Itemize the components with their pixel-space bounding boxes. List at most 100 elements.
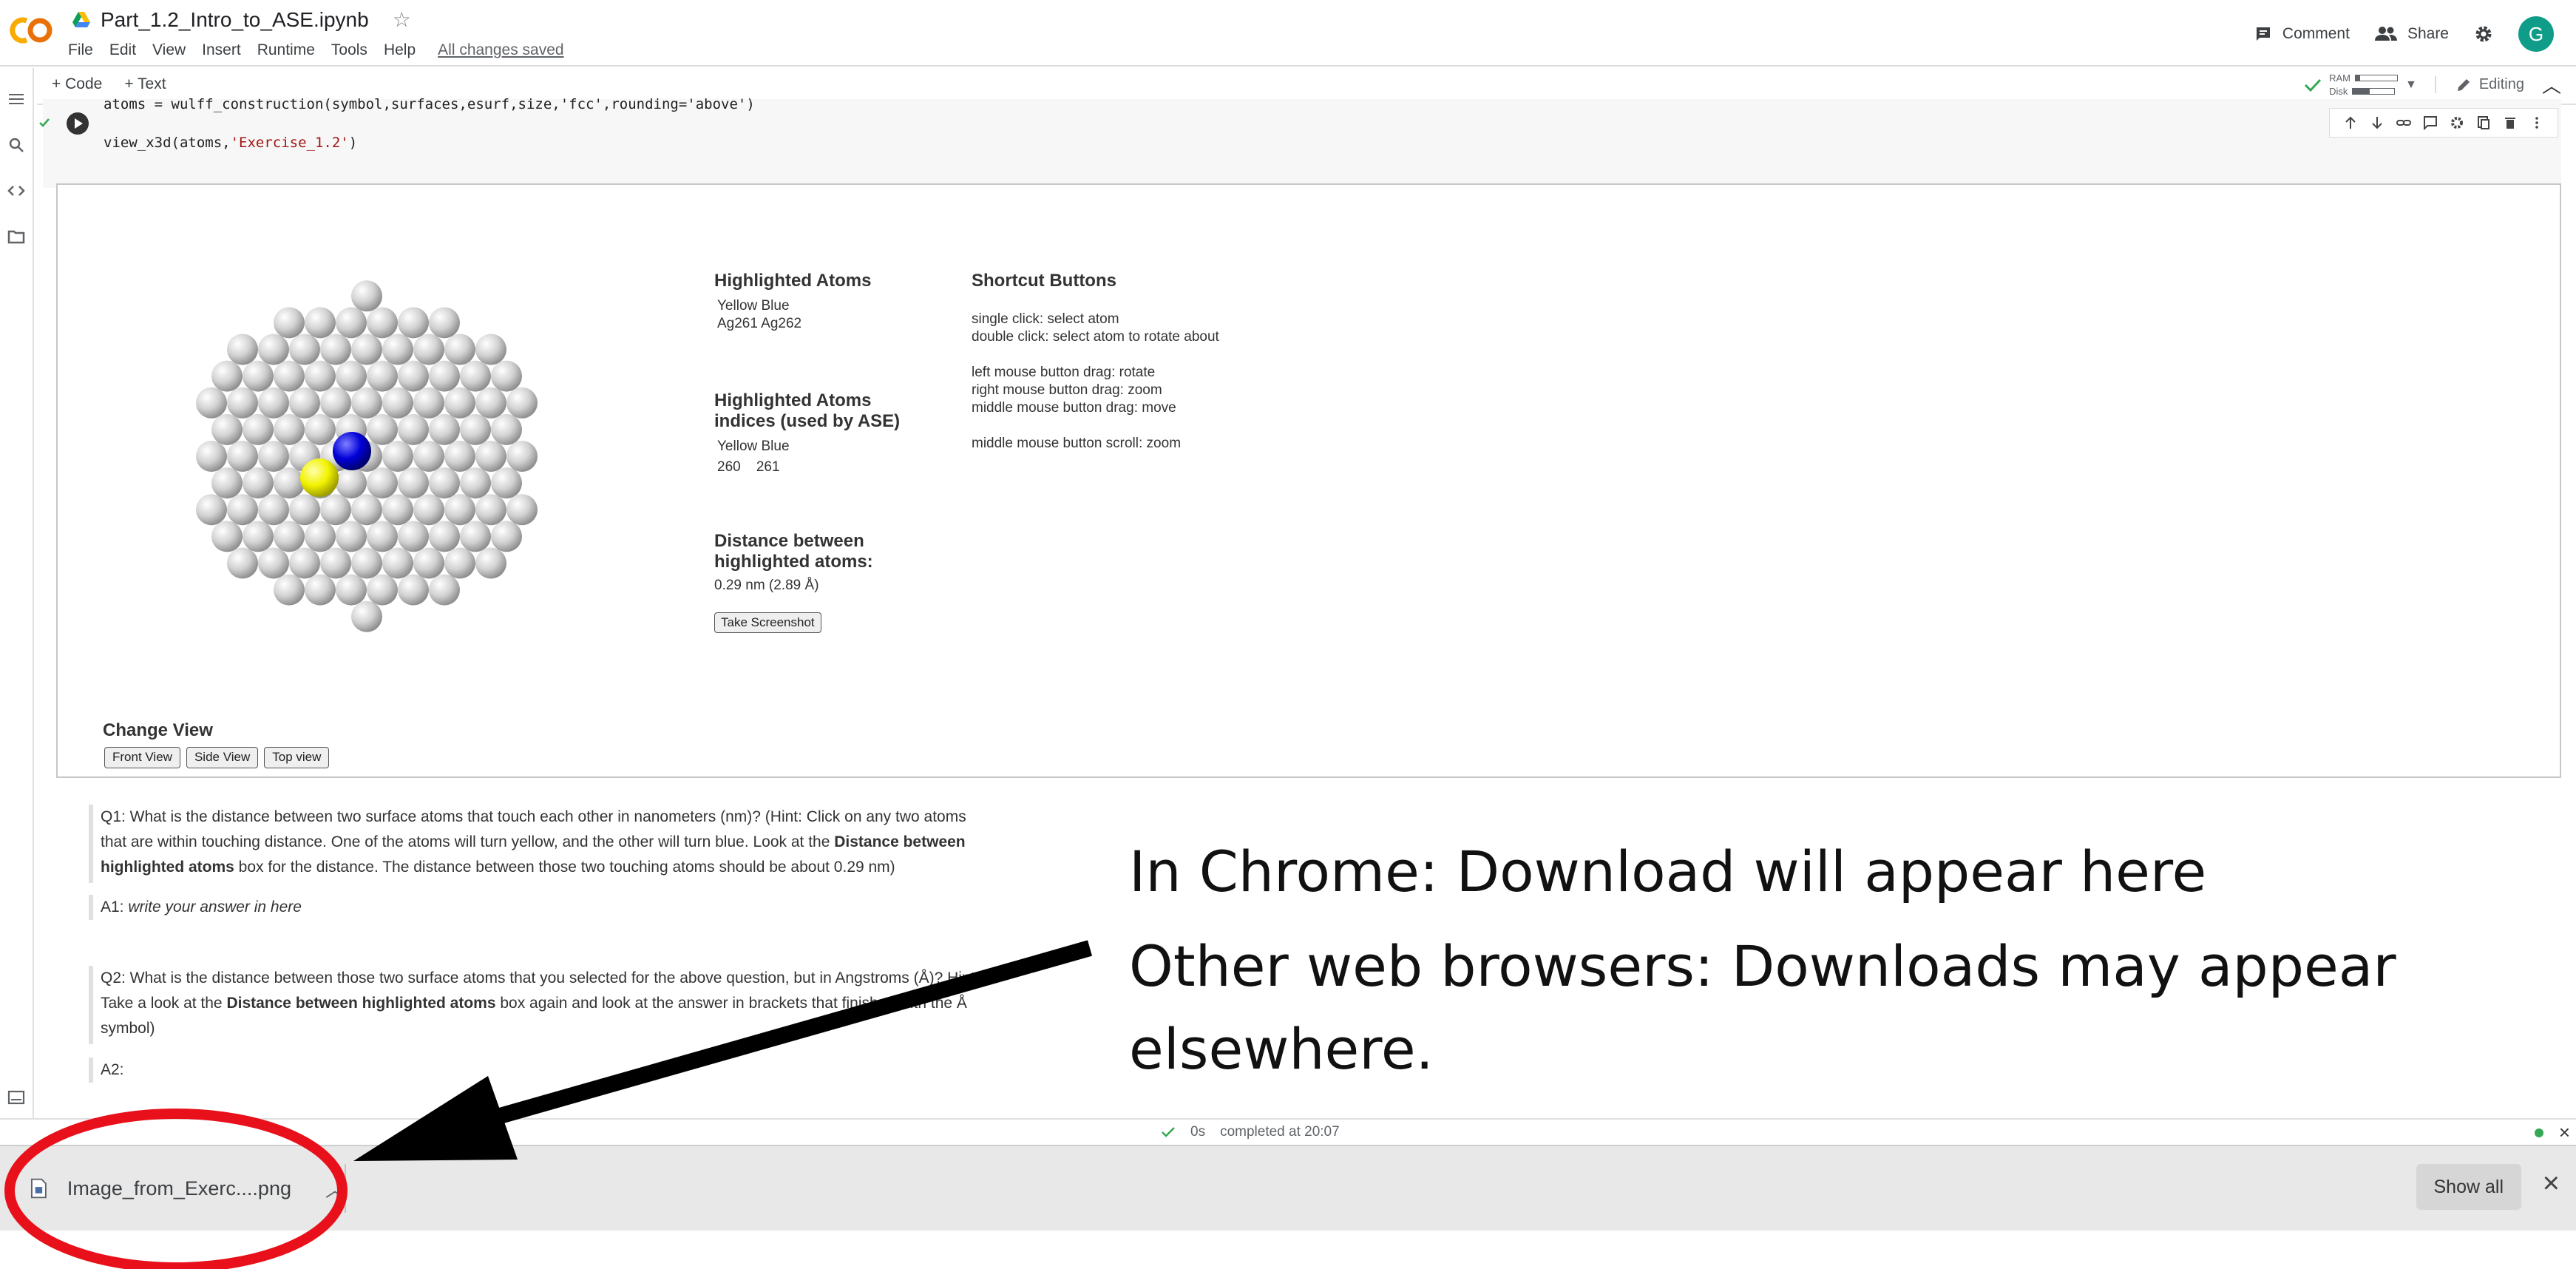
silver-atom[interactable] [491, 413, 522, 445]
move-up-icon[interactable] [2343, 115, 2358, 130]
silver-atom[interactable] [320, 334, 351, 365]
silver-atom[interactable] [289, 387, 320, 419]
silver-atom[interactable] [367, 521, 398, 552]
silver-atom[interactable] [429, 467, 460, 499]
silver-atom[interactable] [336, 467, 367, 499]
silver-atom[interactable] [320, 547, 351, 579]
star-icon[interactable]: ☆ [393, 7, 411, 32]
silver-atom[interactable] [274, 521, 305, 552]
silver-atom[interactable] [382, 441, 413, 472]
side-view-button[interactable]: Side View [186, 747, 259, 768]
silver-atom[interactable] [398, 467, 429, 499]
silver-atom[interactable] [274, 467, 305, 499]
silver-atom[interactable] [444, 547, 475, 579]
silver-atom[interactable] [367, 413, 398, 445]
silver-atom[interactable] [196, 441, 227, 472]
search-icon[interactable] [7, 136, 25, 154]
silver-atom[interactable] [258, 494, 289, 526]
move-down-icon[interactable] [2370, 115, 2385, 130]
silver-atom[interactable] [491, 360, 522, 392]
silver-atom[interactable] [336, 307, 367, 339]
silver-atom[interactable] [196, 387, 227, 419]
silver-atom[interactable] [398, 307, 429, 339]
menu-file[interactable]: File [68, 41, 93, 59]
silver-atom[interactable] [211, 467, 243, 499]
silver-atom[interactable] [351, 547, 382, 579]
menu-edit[interactable]: Edit [109, 41, 136, 59]
silver-atom[interactable] [475, 547, 506, 579]
silver-atom[interactable] [258, 334, 289, 365]
silver-atom[interactable] [320, 494, 351, 526]
silver-atom[interactable] [305, 307, 336, 339]
silver-atom[interactable] [475, 387, 506, 419]
silver-atom[interactable] [367, 360, 398, 392]
silver-atom[interactable] [351, 334, 382, 365]
resources-button[interactable]: RAM Disk ▼ [2304, 72, 2417, 98]
silver-atom[interactable] [398, 360, 429, 392]
silver-atom[interactable] [211, 413, 243, 445]
silver-atom[interactable] [305, 413, 336, 445]
close-shelf-icon[interactable]: × [2543, 1167, 2560, 1200]
nanoparticle-3d-view[interactable] [174, 268, 559, 652]
silver-atom[interactable] [243, 413, 274, 445]
question-1-cell[interactable]: Q1: What is the distance between two sur… [89, 805, 966, 883]
menu-help[interactable]: Help [384, 41, 416, 59]
link-icon[interactable] [2396, 115, 2411, 130]
silver-atom[interactable] [336, 574, 367, 606]
silver-atom[interactable] [227, 441, 258, 472]
silver-atom[interactable] [227, 334, 258, 365]
silver-atom[interactable] [475, 494, 506, 526]
silver-atom[interactable] [196, 494, 227, 526]
share-button[interactable]: Share [2374, 25, 2449, 43]
silver-atom[interactable] [305, 521, 336, 552]
silver-atom[interactable] [460, 360, 491, 392]
silver-atom[interactable] [398, 574, 429, 606]
menu-view[interactable]: View [152, 41, 186, 59]
trash-icon[interactable] [2503, 115, 2518, 130]
more-options-icon[interactable] [2529, 115, 2544, 130]
silver-atom[interactable] [382, 334, 413, 365]
terminal-icon[interactable] [7, 1089, 25, 1106]
silver-atom[interactable] [460, 413, 491, 445]
silver-atom[interactable] [351, 600, 382, 632]
gear-icon[interactable] [2474, 24, 2493, 44]
add-text-button[interactable]: + Text [124, 75, 166, 93]
silver-atom[interactable] [289, 334, 320, 365]
silver-atom[interactable] [429, 413, 460, 445]
add-code-button[interactable]: + Code [52, 75, 102, 93]
silver-atom[interactable] [506, 387, 538, 419]
silver-atom[interactable] [320, 387, 351, 419]
silver-atom[interactable] [413, 334, 444, 365]
silver-atom[interactable] [429, 574, 460, 606]
chevron-down-icon[interactable]: ▼ [2405, 78, 2417, 92]
silver-atom[interactable] [367, 574, 398, 606]
silver-atom[interactable] [475, 441, 506, 472]
silver-atom[interactable] [382, 547, 413, 579]
silver-atom[interactable] [351, 494, 382, 526]
silver-atom[interactable] [336, 360, 367, 392]
silver-atom[interactable] [413, 547, 444, 579]
question-2-cell[interactable]: Q2: What is the distance between those t… [89, 966, 979, 1044]
cell-settings-icon[interactable] [2450, 115, 2464, 130]
colab-logo[interactable] [7, 12, 55, 49]
silver-atom[interactable] [258, 441, 289, 472]
silver-atom[interactable] [211, 360, 243, 392]
silver-atom[interactable] [243, 521, 274, 552]
editing-mode-button[interactable]: Editing [2434, 76, 2524, 93]
highlighted-yellow-atom[interactable] [300, 458, 339, 497]
user-avatar[interactable]: G [2518, 16, 2554, 52]
silver-atom[interactable] [444, 334, 475, 365]
silver-atom[interactable] [258, 547, 289, 579]
highlighted-blue-atom[interactable] [333, 432, 371, 470]
execution-status[interactable]: 0s completed at 20:07 [1161, 1124, 1340, 1140]
silver-atom[interactable] [289, 494, 320, 526]
silver-atom[interactable] [444, 494, 475, 526]
answer-2-cell[interactable]: A2: [89, 1058, 124, 1083]
collapse-header-icon[interactable]: ︿ [2542, 71, 2561, 98]
silver-atom[interactable] [460, 521, 491, 552]
top-view-button[interactable]: Top view [264, 747, 330, 768]
silver-atom[interactable] [460, 467, 491, 499]
silver-atom[interactable] [506, 494, 538, 526]
mirror-cell-icon[interactable] [2476, 115, 2491, 130]
answer-1-cell[interactable]: A1: write your answer in here [89, 895, 302, 920]
